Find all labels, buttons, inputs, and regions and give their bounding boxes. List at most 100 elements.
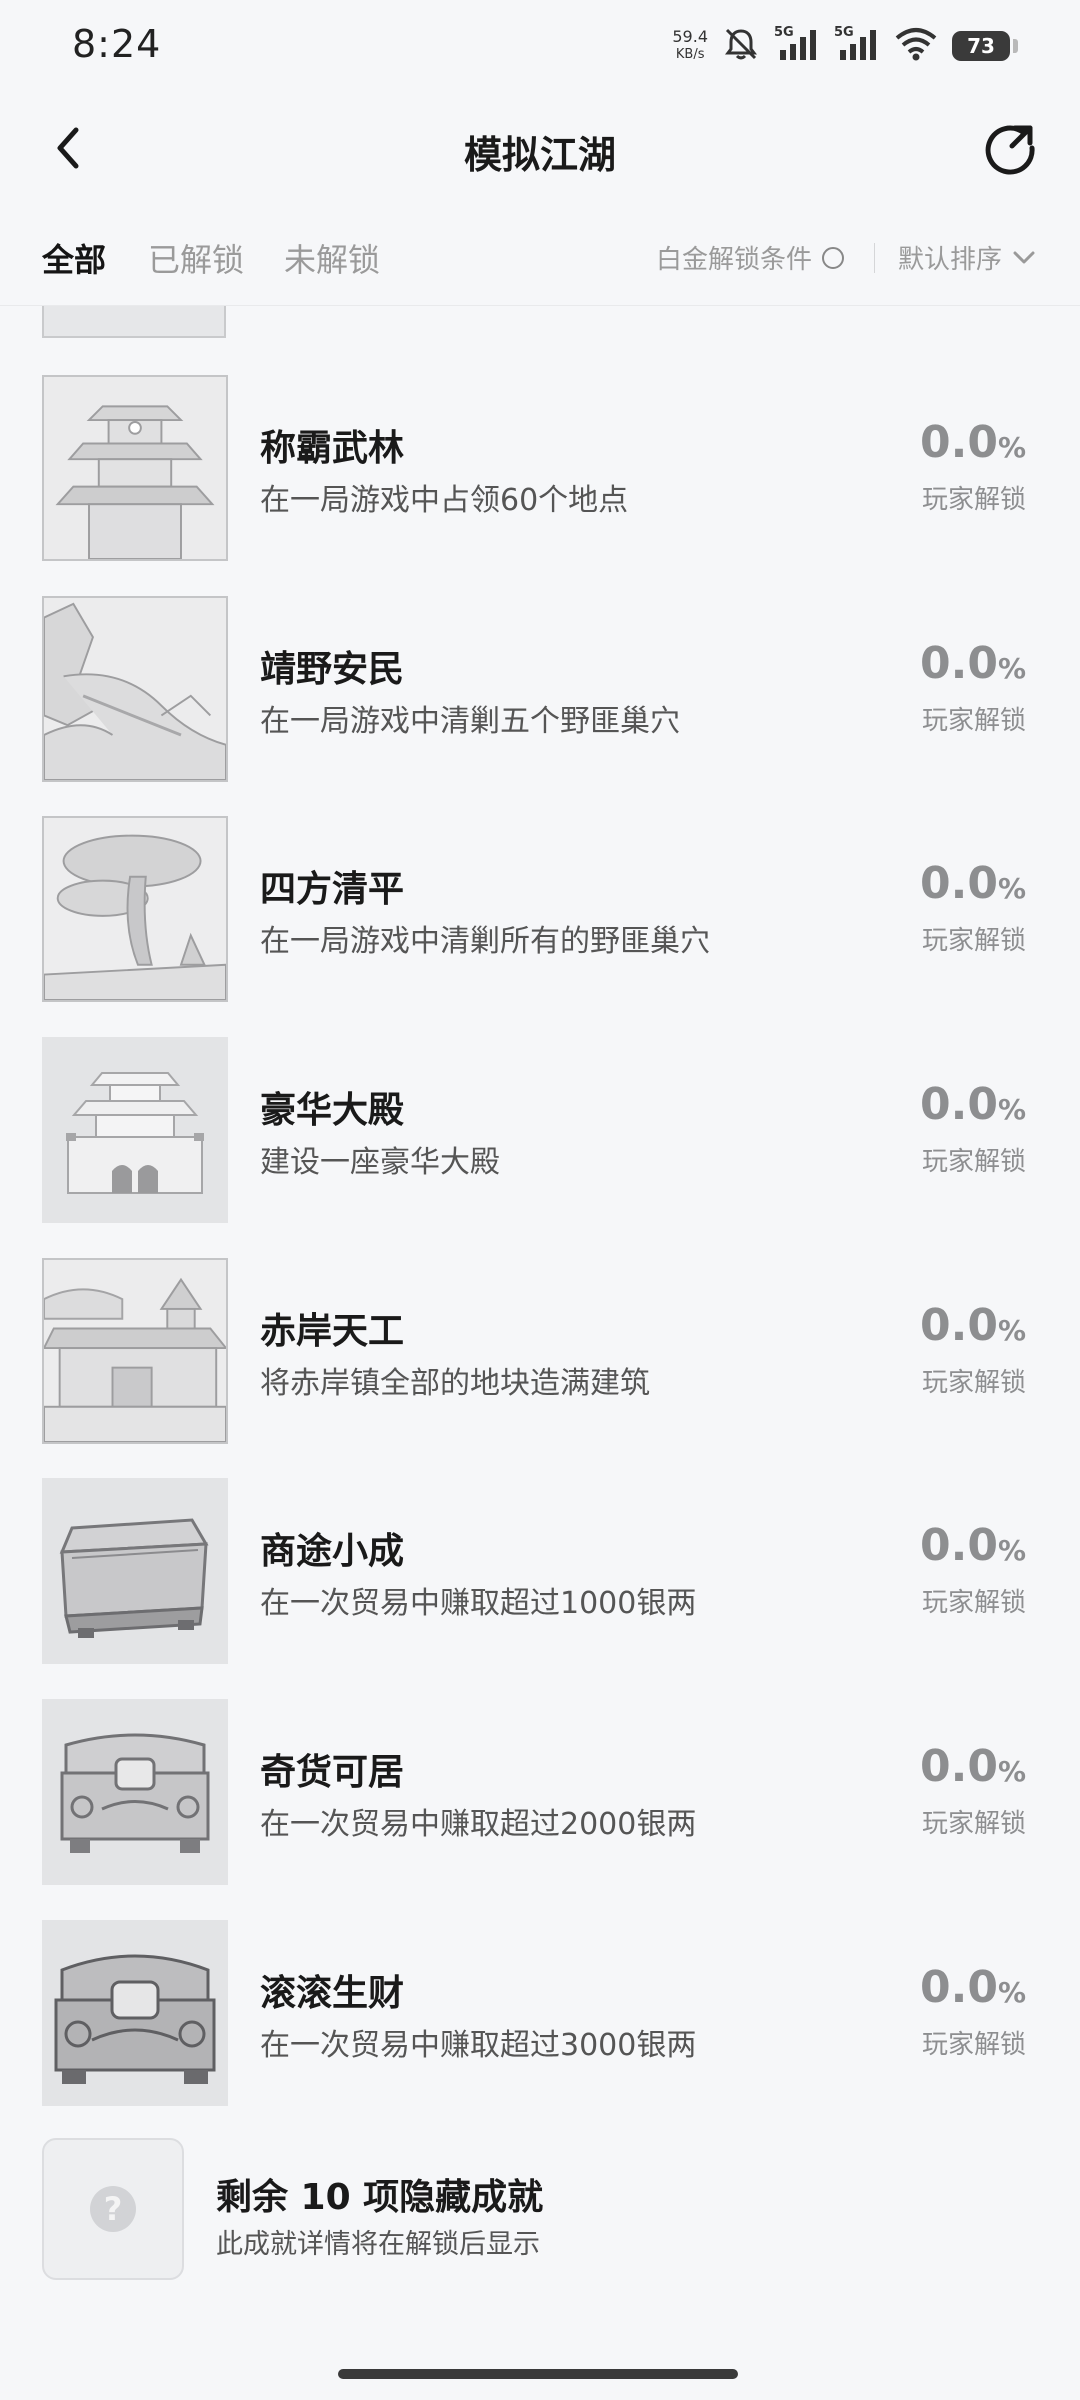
achievement-description: 在一次贸易中赚取超过2000银两 (260, 1807, 697, 1842)
unlock-percent-unit: % (997, 1755, 1026, 1788)
achievement-title: 奇货可居 (260, 1752, 405, 1793)
town-buildings-icon (42, 1258, 228, 1444)
unlock-percent-label: 玩家解锁 (921, 706, 1026, 736)
radio-circle-icon (822, 246, 845, 269)
achievement-description: 在一次贸易中赚取超过1000银两 (260, 1586, 697, 1621)
unlock-percent: 0.0% (920, 638, 1026, 689)
achievement-item[interactable]: 滚滚生财 在一次贸易中赚取超过3000银两 0.0% 玩家解锁 (0, 1920, 1080, 2106)
signal-label-1: 5G (774, 25, 794, 40)
achievement-title: 四方清平 (260, 869, 405, 910)
unlock-percent-value: 0.0 (919, 1520, 998, 1571)
share-button[interactable] (978, 116, 1042, 180)
unlock-percent-label: 玩家解锁 (921, 1588, 1026, 1618)
page-title: 模拟江湖 (463, 133, 616, 177)
network-speed-value: 59.4 (672, 27, 708, 46)
pine-tree-icon (42, 816, 228, 1002)
hidden-achievements-title: 剩余 10 项隐藏成就 (216, 2177, 544, 2218)
unlock-percent-unit: % (997, 431, 1026, 464)
refresh-share-icon (985, 125, 1035, 175)
unlock-percent-value: 0.0 (919, 1741, 998, 1792)
hidden-achievement-thumbnail: ? (42, 2138, 184, 2280)
unlock-percent: 0.0% (920, 1741, 1026, 1792)
platinum-filter-toggle[interactable]: 白金解锁条件 (656, 239, 845, 276)
unlock-percent-unit: % (997, 1314, 1026, 1347)
network-speed-unit: KB/s (675, 47, 705, 62)
unlock-percent: 0.0% (920, 1079, 1026, 1130)
grand-hall-icon (42, 1037, 228, 1223)
unlock-percent-value: 0.0 (919, 638, 998, 689)
unlock-percent-unit: % (997, 1534, 1026, 1567)
unlock-percent: 0.0% (920, 1520, 1026, 1571)
unlock-percent-value: 0.0 (919, 1079, 998, 1130)
achievements-page: 8:24 59.4 KB/s 5G 5G 73 模拟江湖 全部 已解锁 未解锁 … (0, 0, 1080, 2400)
sort-label: 默认排序 (898, 245, 1003, 275)
battery-level: 73 (967, 34, 995, 58)
chevron-down-icon (1013, 251, 1035, 263)
achievement-item[interactable]: 靖野安民 在一局游戏中清剿五个野匪巢穴 0.0% 玩家解锁 (0, 596, 1080, 782)
achievement-description: 在一局游戏中清剿所有的野匪巢穴 (260, 924, 710, 959)
filter-divider (874, 243, 875, 273)
achievement-thumbnail-partial (42, 306, 226, 338)
palace-tower-icon (42, 375, 228, 561)
unlock-percent-label: 玩家解锁 (921, 1147, 1026, 1177)
achievement-item[interactable]: 四方清平 在一局游戏中清剿所有的野匪巢穴 0.0% 玩家解锁 (0, 816, 1080, 1002)
achievement-title: 靖野安民 (260, 649, 405, 690)
unlock-percent-unit: % (997, 1976, 1026, 2009)
treasure-chest-icon (42, 1920, 228, 2106)
home-indicator[interactable] (338, 2369, 738, 2379)
achievement-description: 在一局游戏中占领60个地点 (260, 483, 629, 518)
signal-label-2: 5G (834, 25, 854, 40)
status-bar: 8:24 59.4 KB/s 5G 5G 73 (0, 0, 1080, 95)
achievement-item[interactable]: 豪华大殿 建设一座豪华大殿 0.0% 玩家解锁 (0, 1037, 1080, 1223)
unlock-percent-label: 玩家解锁 (921, 1809, 1026, 1839)
achievement-item[interactable]: 商途小成 在一次贸易中赚取超过1000银两 0.0% 玩家解锁 (0, 1478, 1080, 1664)
battery-icon: 73 (952, 31, 1018, 61)
unlock-percent: 0.0% (920, 1962, 1026, 2013)
achievement-title: 豪华大殿 (260, 1090, 405, 1131)
unlock-percent-label: 玩家解锁 (921, 2030, 1026, 2060)
tabs-bar: 全部 已解锁 未解锁 白金解锁条件 默认排序 (0, 225, 1080, 306)
tab-all[interactable]: 全部 (42, 235, 106, 281)
platinum-filter-label: 白金解锁条件 (656, 245, 813, 275)
question-icon: ? (90, 2186, 136, 2232)
unlock-percent: 0.0% (920, 1300, 1026, 1351)
unlock-percent: 0.0% (920, 858, 1026, 909)
unlock-percent-value: 0.0 (919, 1300, 998, 1351)
status-icons: 59.4 KB/s 5G 5G 73 (672, 18, 1018, 74)
mountain-river-icon (42, 596, 228, 782)
signal-icon: 5G (774, 24, 820, 68)
wifi-icon (894, 26, 938, 66)
signal-icon: 5G (834, 24, 880, 68)
unlock-percent-label: 玩家解锁 (921, 485, 1026, 515)
tab-locked[interactable]: 未解锁 (284, 235, 380, 281)
achievement-description: 在一局游戏中清剿五个野匪巢穴 (260, 704, 680, 739)
achievement-description: 在一次贸易中赚取超过3000银两 (260, 2028, 697, 2063)
achievement-title: 商途小成 (260, 1531, 405, 1572)
achievement-description: 建设一座豪华大殿 (260, 1145, 500, 1180)
unlock-percent-label: 玩家解锁 (921, 926, 1026, 956)
network-speed: 59.4 KB/s (672, 28, 708, 64)
unlock-percent-value: 0.0 (919, 417, 998, 468)
unlock-percent-unit: % (997, 652, 1026, 685)
tab-unlocked[interactable]: 已解锁 (148, 235, 244, 281)
achievement-item[interactable]: 称霸武林 在一局游戏中占领60个地点 0.0% 玩家解锁 (0, 375, 1080, 561)
unlock-percent-value: 0.0 (919, 858, 998, 909)
achievement-title: 滚滚生财 (260, 1973, 405, 2014)
sort-dropdown[interactable]: 默认排序 (898, 239, 1036, 276)
app-header: 模拟江湖 (0, 100, 1080, 195)
wooden-chest-icon (42, 1478, 228, 1664)
unlock-percent-label: 玩家解锁 (921, 1368, 1026, 1398)
achievement-description: 将赤岸镇全部的地块造满建筑 (260, 1366, 650, 1401)
achievement-item[interactable]: 奇货可居 在一次贸易中赚取超过2000银两 0.0% 玩家解锁 (0, 1699, 1080, 1885)
unlock-percent-unit: % (997, 872, 1026, 905)
unlock-percent: 0.0% (920, 417, 1026, 468)
ornate-chest-icon (42, 1699, 228, 1885)
hidden-achievements-description: 此成就详情将在解锁后显示 (216, 2229, 540, 2260)
achievement-item[interactable]: 赤岸天工 将赤岸镇全部的地块造满建筑 0.0% 玩家解锁 (0, 1258, 1080, 1444)
achievement-title: 赤岸天工 (260, 1311, 405, 1352)
unlock-percent-value: 0.0 (919, 1962, 998, 2013)
unlock-percent-unit: % (997, 1093, 1026, 1126)
mute-bell-icon (722, 25, 760, 67)
achievement-title: 称霸武林 (260, 428, 405, 469)
status-time: 8:24 (72, 22, 162, 66)
